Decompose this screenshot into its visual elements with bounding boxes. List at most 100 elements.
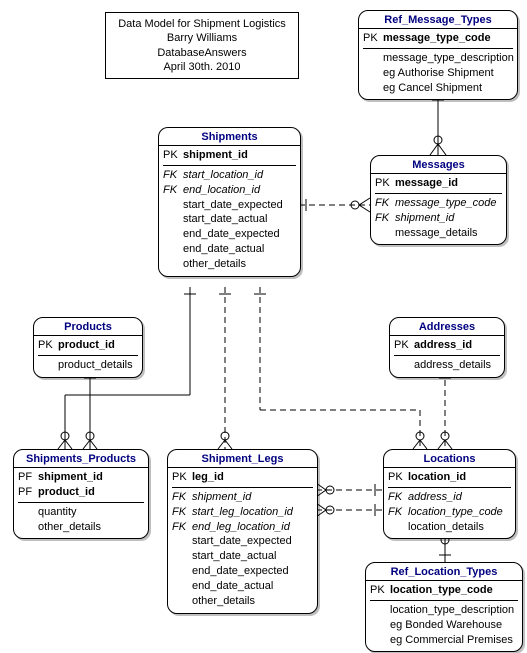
entity-shipment-legs: Shipment_Legs PKleg_idFKshipment_idFKsta… bbox=[167, 449, 318, 614]
key-indicator: PK bbox=[363, 31, 383, 46]
entity-attribute-row: other_details bbox=[18, 520, 144, 535]
entity-title: Messages bbox=[371, 156, 506, 174]
key-indicator: FK bbox=[172, 505, 192, 520]
attribute-name: location_type_code bbox=[408, 505, 511, 520]
entity-attribute-row: start_date_actual bbox=[163, 212, 296, 227]
key-indicator: PK bbox=[394, 338, 414, 353]
key-indicator: FK bbox=[375, 211, 395, 226]
entity-products: Products PKproduct_id product_details bbox=[33, 317, 143, 378]
attribute-name: product_id bbox=[38, 485, 144, 500]
key-indicator: FK bbox=[388, 505, 408, 520]
entity-title: Shipments_Products bbox=[14, 450, 148, 468]
entity-attribute-row: end_date_actual bbox=[172, 579, 313, 594]
entity-attribute-row: FKmessage_type_code bbox=[375, 196, 502, 211]
attribute-name: address_id bbox=[414, 338, 500, 353]
entity-attribute-row: message_type_description bbox=[363, 51, 513, 66]
entity-attribute-row: message_details bbox=[375, 226, 502, 241]
entity-title: Products bbox=[34, 318, 142, 336]
entity-attribute-row: product_details bbox=[38, 358, 138, 373]
attribute-name: start_location_id bbox=[183, 168, 296, 183]
key-indicator: PK bbox=[375, 176, 395, 191]
attribute-name: address_id bbox=[408, 490, 511, 505]
entity-attribute-row: eg Cancel Shipment bbox=[363, 81, 513, 96]
attribute-name: shipment_id bbox=[192, 490, 313, 505]
entity-attribute-row: other_details bbox=[172, 594, 313, 609]
entity-attribute-row: location_type_description bbox=[370, 603, 518, 618]
entity-attribute-row: FKstart_location_id bbox=[163, 168, 296, 183]
attribute-name: message_type_code bbox=[383, 31, 513, 46]
entity-title: Locations bbox=[384, 450, 515, 468]
attribute-name: eg Cancel Shipment bbox=[383, 81, 513, 96]
entity-attribute-row: end_date_expected bbox=[163, 227, 296, 242]
title-line: Data Model for Shipment Logistics bbox=[112, 17, 292, 31]
attribute-name: message_details bbox=[395, 226, 502, 241]
entity-attribute-row: address_details bbox=[394, 358, 500, 373]
entity-attribute-row: PKleg_id bbox=[172, 470, 313, 485]
attribute-name: start_date_actual bbox=[192, 549, 313, 564]
entity-attribute-row: location_details bbox=[388, 520, 511, 535]
title-line: April 30th. 2010 bbox=[112, 60, 292, 74]
entity-attribute-row: PFproduct_id bbox=[18, 485, 144, 500]
key-indicator: FK bbox=[172, 520, 192, 535]
attribute-name: end_date_actual bbox=[183, 242, 296, 257]
entity-title: Ref_Location_Types bbox=[366, 563, 522, 581]
key-indicator: PK bbox=[388, 470, 408, 485]
entity-attribute-row: FKshipment_id bbox=[172, 490, 313, 505]
entity-shipments-products: Shipments_Products PFshipment_idPFproduc… bbox=[13, 449, 149, 539]
entity-attribute-row: FKend_leg_location_id bbox=[172, 520, 313, 535]
entity-attribute-row: start_date_expected bbox=[172, 534, 313, 549]
attribute-name: location_type_code bbox=[390, 583, 518, 598]
entity-attribute-row: PKlocation_type_code bbox=[370, 583, 518, 598]
attribute-name: location_type_description bbox=[390, 603, 518, 618]
entity-addresses: Addresses PKaddress_id address_details bbox=[389, 317, 505, 378]
key-indicator: PK bbox=[370, 583, 390, 598]
entity-attribute-row: PKaddress_id bbox=[394, 338, 500, 353]
entity-ref-message-types: Ref_Message_Types PKmessage_type_codemes… bbox=[358, 10, 518, 100]
entity-attribute-row: FKstart_leg_location_id bbox=[172, 505, 313, 520]
key-indicator: PK bbox=[172, 470, 192, 485]
attribute-name: start_date_expected bbox=[192, 534, 313, 549]
attribute-name: eg Commercial Premises bbox=[390, 633, 518, 648]
entity-title: Ref_Message_Types bbox=[359, 11, 517, 29]
key-indicator: PK bbox=[38, 338, 58, 353]
attribute-name: product_details bbox=[58, 358, 138, 373]
entity-ref-location-types: Ref_Location_Types PKlocation_type_codel… bbox=[365, 562, 523, 652]
attribute-name: quantity bbox=[38, 505, 144, 520]
attribute-name: product_id bbox=[58, 338, 138, 353]
entity-title: Shipment_Legs bbox=[168, 450, 317, 468]
attribute-name: end_location_id bbox=[183, 183, 296, 198]
entity-attribute-row: PKlocation_id bbox=[388, 470, 511, 485]
entity-title: Addresses bbox=[390, 318, 504, 336]
attribute-name: shipment_id bbox=[183, 148, 296, 163]
entity-attribute-row: eg Commercial Premises bbox=[370, 633, 518, 648]
entity-attribute-row: end_date_actual bbox=[163, 242, 296, 257]
key-indicator: PF bbox=[18, 470, 38, 485]
key-indicator: FK bbox=[172, 490, 192, 505]
attribute-name: other_details bbox=[38, 520, 144, 535]
entity-messages: Messages PKmessage_idFKmessage_type_code… bbox=[370, 155, 507, 245]
entity-title: Shipments bbox=[159, 128, 300, 146]
attribute-name: message_id bbox=[395, 176, 502, 191]
attribute-name: end_leg_location_id bbox=[192, 520, 313, 535]
attribute-name: leg_id bbox=[192, 470, 313, 485]
entity-attribute-row: quantity bbox=[18, 505, 144, 520]
entity-attribute-row: FKlocation_type_code bbox=[388, 505, 511, 520]
entity-locations: Locations PKlocation_idFKaddress_idFKloc… bbox=[383, 449, 516, 539]
attribute-name: shipment_id bbox=[38, 470, 144, 485]
attribute-name: shipment_id bbox=[395, 211, 502, 226]
attribute-name: eg Bonded Warehouse bbox=[390, 618, 518, 633]
diagram-title-box: Data Model for Shipment Logistics Barry … bbox=[105, 12, 299, 79]
attribute-name: message_type_code bbox=[395, 196, 502, 211]
attribute-name: end_date_expected bbox=[192, 564, 313, 579]
attribute-name: address_details bbox=[414, 358, 500, 373]
entity-attribute-row: eg Bonded Warehouse bbox=[370, 618, 518, 633]
entity-attribute-row: PKmessage_type_code bbox=[363, 31, 513, 46]
entity-attribute-row: eg Authorise Shipment bbox=[363, 66, 513, 81]
attribute-name: start_date_expected bbox=[183, 198, 296, 213]
title-line: DatabaseAnswers bbox=[112, 46, 292, 60]
attribute-name: end_date_actual bbox=[192, 579, 313, 594]
key-indicator: FK bbox=[388, 490, 408, 505]
attribute-name: location_id bbox=[408, 470, 511, 485]
key-indicator: FK bbox=[375, 196, 395, 211]
attribute-name: end_date_expected bbox=[183, 227, 296, 242]
